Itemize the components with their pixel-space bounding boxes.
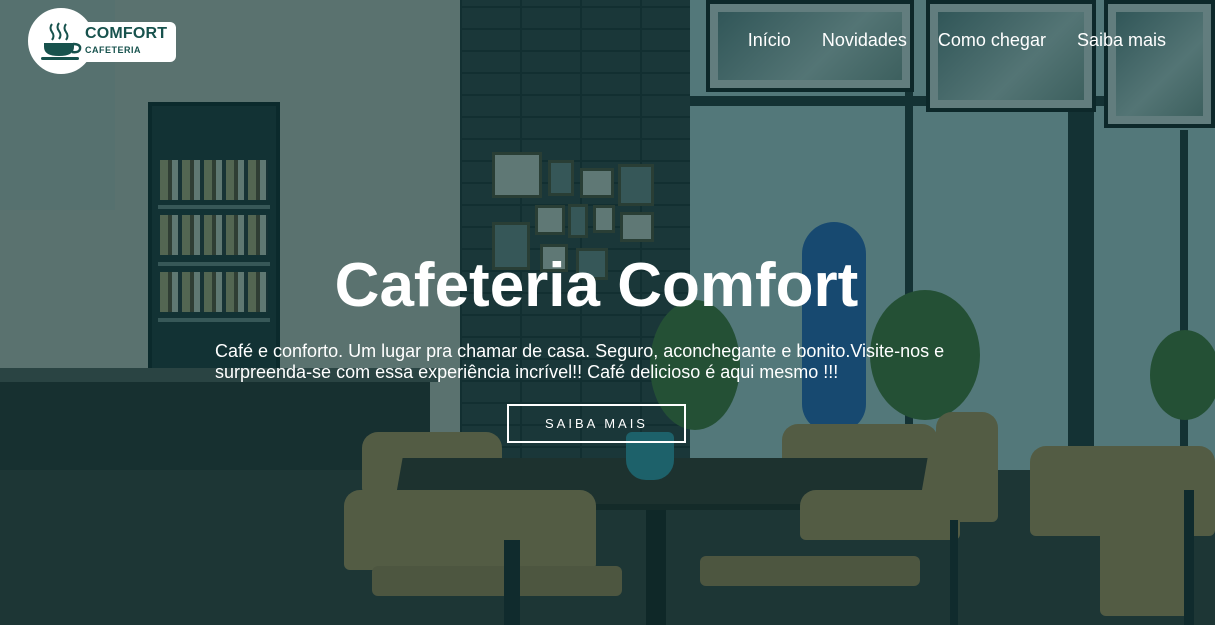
nav-link-saiba-mais[interactable]: Saiba mais: [1077, 30, 1166, 51]
coffee-cup-icon: [41, 22, 82, 60]
main-navigation: Início Novidades Como chegar Saiba mais: [748, 30, 1166, 51]
brand-logo[interactable]: COMFORT CAFETERIA: [28, 8, 178, 76]
nav-link-inicio[interactable]: Início: [748, 30, 791, 51]
hero-section: COMFORT CAFETERIA Início Novidades Como …: [0, 0, 1215, 625]
logo-brand-name: COMFORT: [85, 25, 168, 42]
nav-link-como-chegar[interactable]: Como chegar: [938, 30, 1046, 51]
saiba-mais-button[interactable]: SAIBA MAIS: [507, 404, 686, 443]
hero-title: Cafeteria Comfort: [334, 251, 859, 320]
nav-link-novidades[interactable]: Novidades: [822, 30, 907, 51]
logo-brand-subtitle: CAFETERIA: [85, 45, 141, 55]
hero-description: Café e conforto. Um lugar pra chamar de …: [215, 341, 945, 382]
